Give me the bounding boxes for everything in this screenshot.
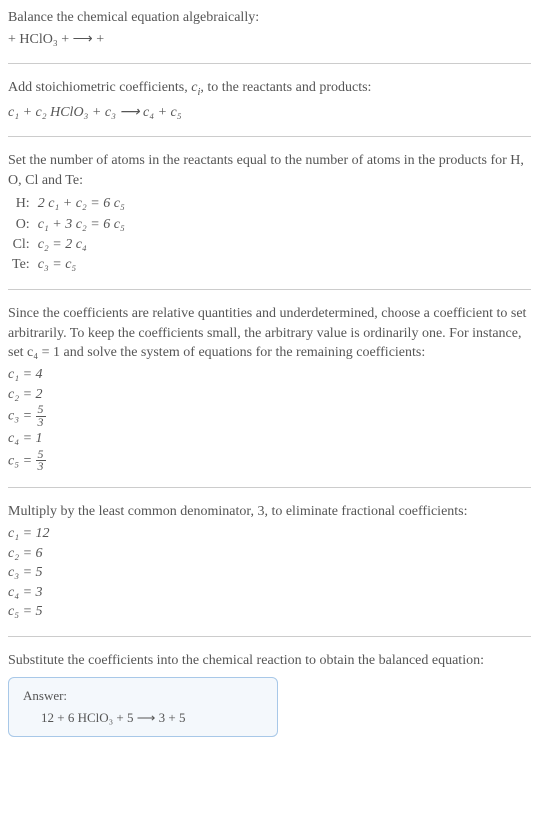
coef-lhs: c₃ <box>8 565 19 580</box>
element-label: H: <box>8 194 34 214</box>
coef-row: c₂ = 6 <box>8 544 531 564</box>
table-row: O: c₁ + 3 c₂ = 6 c₅ <box>8 215 129 235</box>
coef-rhs: 3 <box>36 585 43 600</box>
substitute-line1: Substitute the coefficients into the che… <box>8 651 531 671</box>
element-equation: c₁ + 3 c₂ = 6 c₅ <box>34 215 129 235</box>
element-equation: 2 c₁ + c₂ = 6 c₅ <box>34 194 129 214</box>
coef-lhs: c₃ <box>8 409 19 424</box>
coef-lhs: c₂ <box>8 546 19 561</box>
element-equation: c₃ = c₅ <box>34 255 129 275</box>
coef-rhs: 2 <box>36 387 43 402</box>
stoich-text-a: Add stoichiometric coefficients, <box>8 80 191 95</box>
frac-den: 3 <box>36 417 46 429</box>
stoich-text-b: , to the reactants and products: <box>200 80 371 95</box>
coef-lhs: c₁ <box>8 526 19 541</box>
answer-box: Answer: 12 + 6 HClO₃ + 5 ⟶ 3 + 5 <box>8 677 278 737</box>
coef-row: c₅ = 53 <box>8 449 531 474</box>
element-label: Cl: <box>8 235 34 255</box>
coef-row: c₃ = 53 <box>8 404 531 429</box>
divider <box>8 487 531 488</box>
divider <box>8 136 531 137</box>
section-multiply: Multiply by the least common denominator… <box>8 502 531 622</box>
coef-rhs: 12 <box>36 526 50 541</box>
stoich-line2: c₁ + c₂ HClO₃ + c₃ ⟶ c₄ + c₅ <box>8 103 531 123</box>
coef-frac: 53 <box>36 449 46 474</box>
answer-equation: 12 + 6 HClO₃ + 5 ⟶ 3 + 5 <box>23 710 263 726</box>
element-label: O: <box>8 215 34 235</box>
answer-label: Answer: <box>23 688 263 704</box>
coef-rhs: 5 <box>36 565 43 580</box>
section-stoichiometric: Add stoichiometric coefficients, ci, to … <box>8 78 531 122</box>
coef-row: c₃ = 5 <box>8 563 531 583</box>
coef-rhs: 5 <box>36 604 43 619</box>
coef-row: c₅ = 5 <box>8 602 531 622</box>
coef-rhs: 6 <box>36 546 43 561</box>
divider <box>8 63 531 64</box>
table-row: Cl: c₂ = 2 c₄ <box>8 235 129 255</box>
coef-row: c₁ = 4 <box>8 365 531 385</box>
divider <box>8 289 531 290</box>
coef-lhs: c₅ <box>8 604 19 619</box>
coef-list-1: c₁ = 4 c₂ = 2 c₃ = 53 c₄ = 1 c₅ = 53 <box>8 365 531 473</box>
coef-rhs: 1 <box>36 431 43 446</box>
divider <box>8 636 531 637</box>
frac-den: 3 <box>36 461 46 473</box>
coef-lhs: c₁ <box>8 367 19 382</box>
coef-lhs: c₂ <box>8 387 19 402</box>
problem-line2: + HClO₃ + ⟶ + <box>8 30 531 50</box>
coef-lhs: c₄ <box>8 431 19 446</box>
arbitrary-line1: Since the coefficients are relative quan… <box>8 304 531 363</box>
problem-line1: Balance the chemical equation algebraica… <box>8 8 531 28</box>
coef-row: c₂ = 2 <box>8 385 531 405</box>
coef-row: c₄ = 1 <box>8 429 531 449</box>
section-atoms: Set the number of atoms in the reactants… <box>8 151 531 275</box>
atoms-table: H: 2 c₁ + c₂ = 6 c₅ O: c₁ + 3 c₂ = 6 c₅ … <box>8 194 129 275</box>
element-equation: c₂ = 2 c₄ <box>34 235 129 255</box>
coef-lhs: c₄ <box>8 585 19 600</box>
atoms-line1: Set the number of atoms in the reactants… <box>8 151 531 190</box>
stoich-line1: Add stoichiometric coefficients, ci, to … <box>8 78 531 100</box>
coef-lhs: c₅ <box>8 453 19 468</box>
coef-list-2: c₁ = 12 c₂ = 6 c₃ = 5 c₄ = 3 c₅ = 5 <box>8 524 531 622</box>
coef-row: c₁ = 12 <box>8 524 531 544</box>
table-row: H: 2 c₁ + c₂ = 6 c₅ <box>8 194 129 214</box>
multiply-line1: Multiply by the least common denominator… <box>8 502 531 522</box>
coef-row: c₄ = 3 <box>8 583 531 603</box>
section-problem: Balance the chemical equation algebraica… <box>8 8 531 49</box>
coef-rhs: 4 <box>36 367 43 382</box>
section-arbitrary: Since the coefficients are relative quan… <box>8 304 531 473</box>
coef-frac: 53 <box>36 404 46 429</box>
element-label: Te: <box>8 255 34 275</box>
section-substitute: Substitute the coefficients into the che… <box>8 651 531 737</box>
table-row: Te: c₃ = c₅ <box>8 255 129 275</box>
